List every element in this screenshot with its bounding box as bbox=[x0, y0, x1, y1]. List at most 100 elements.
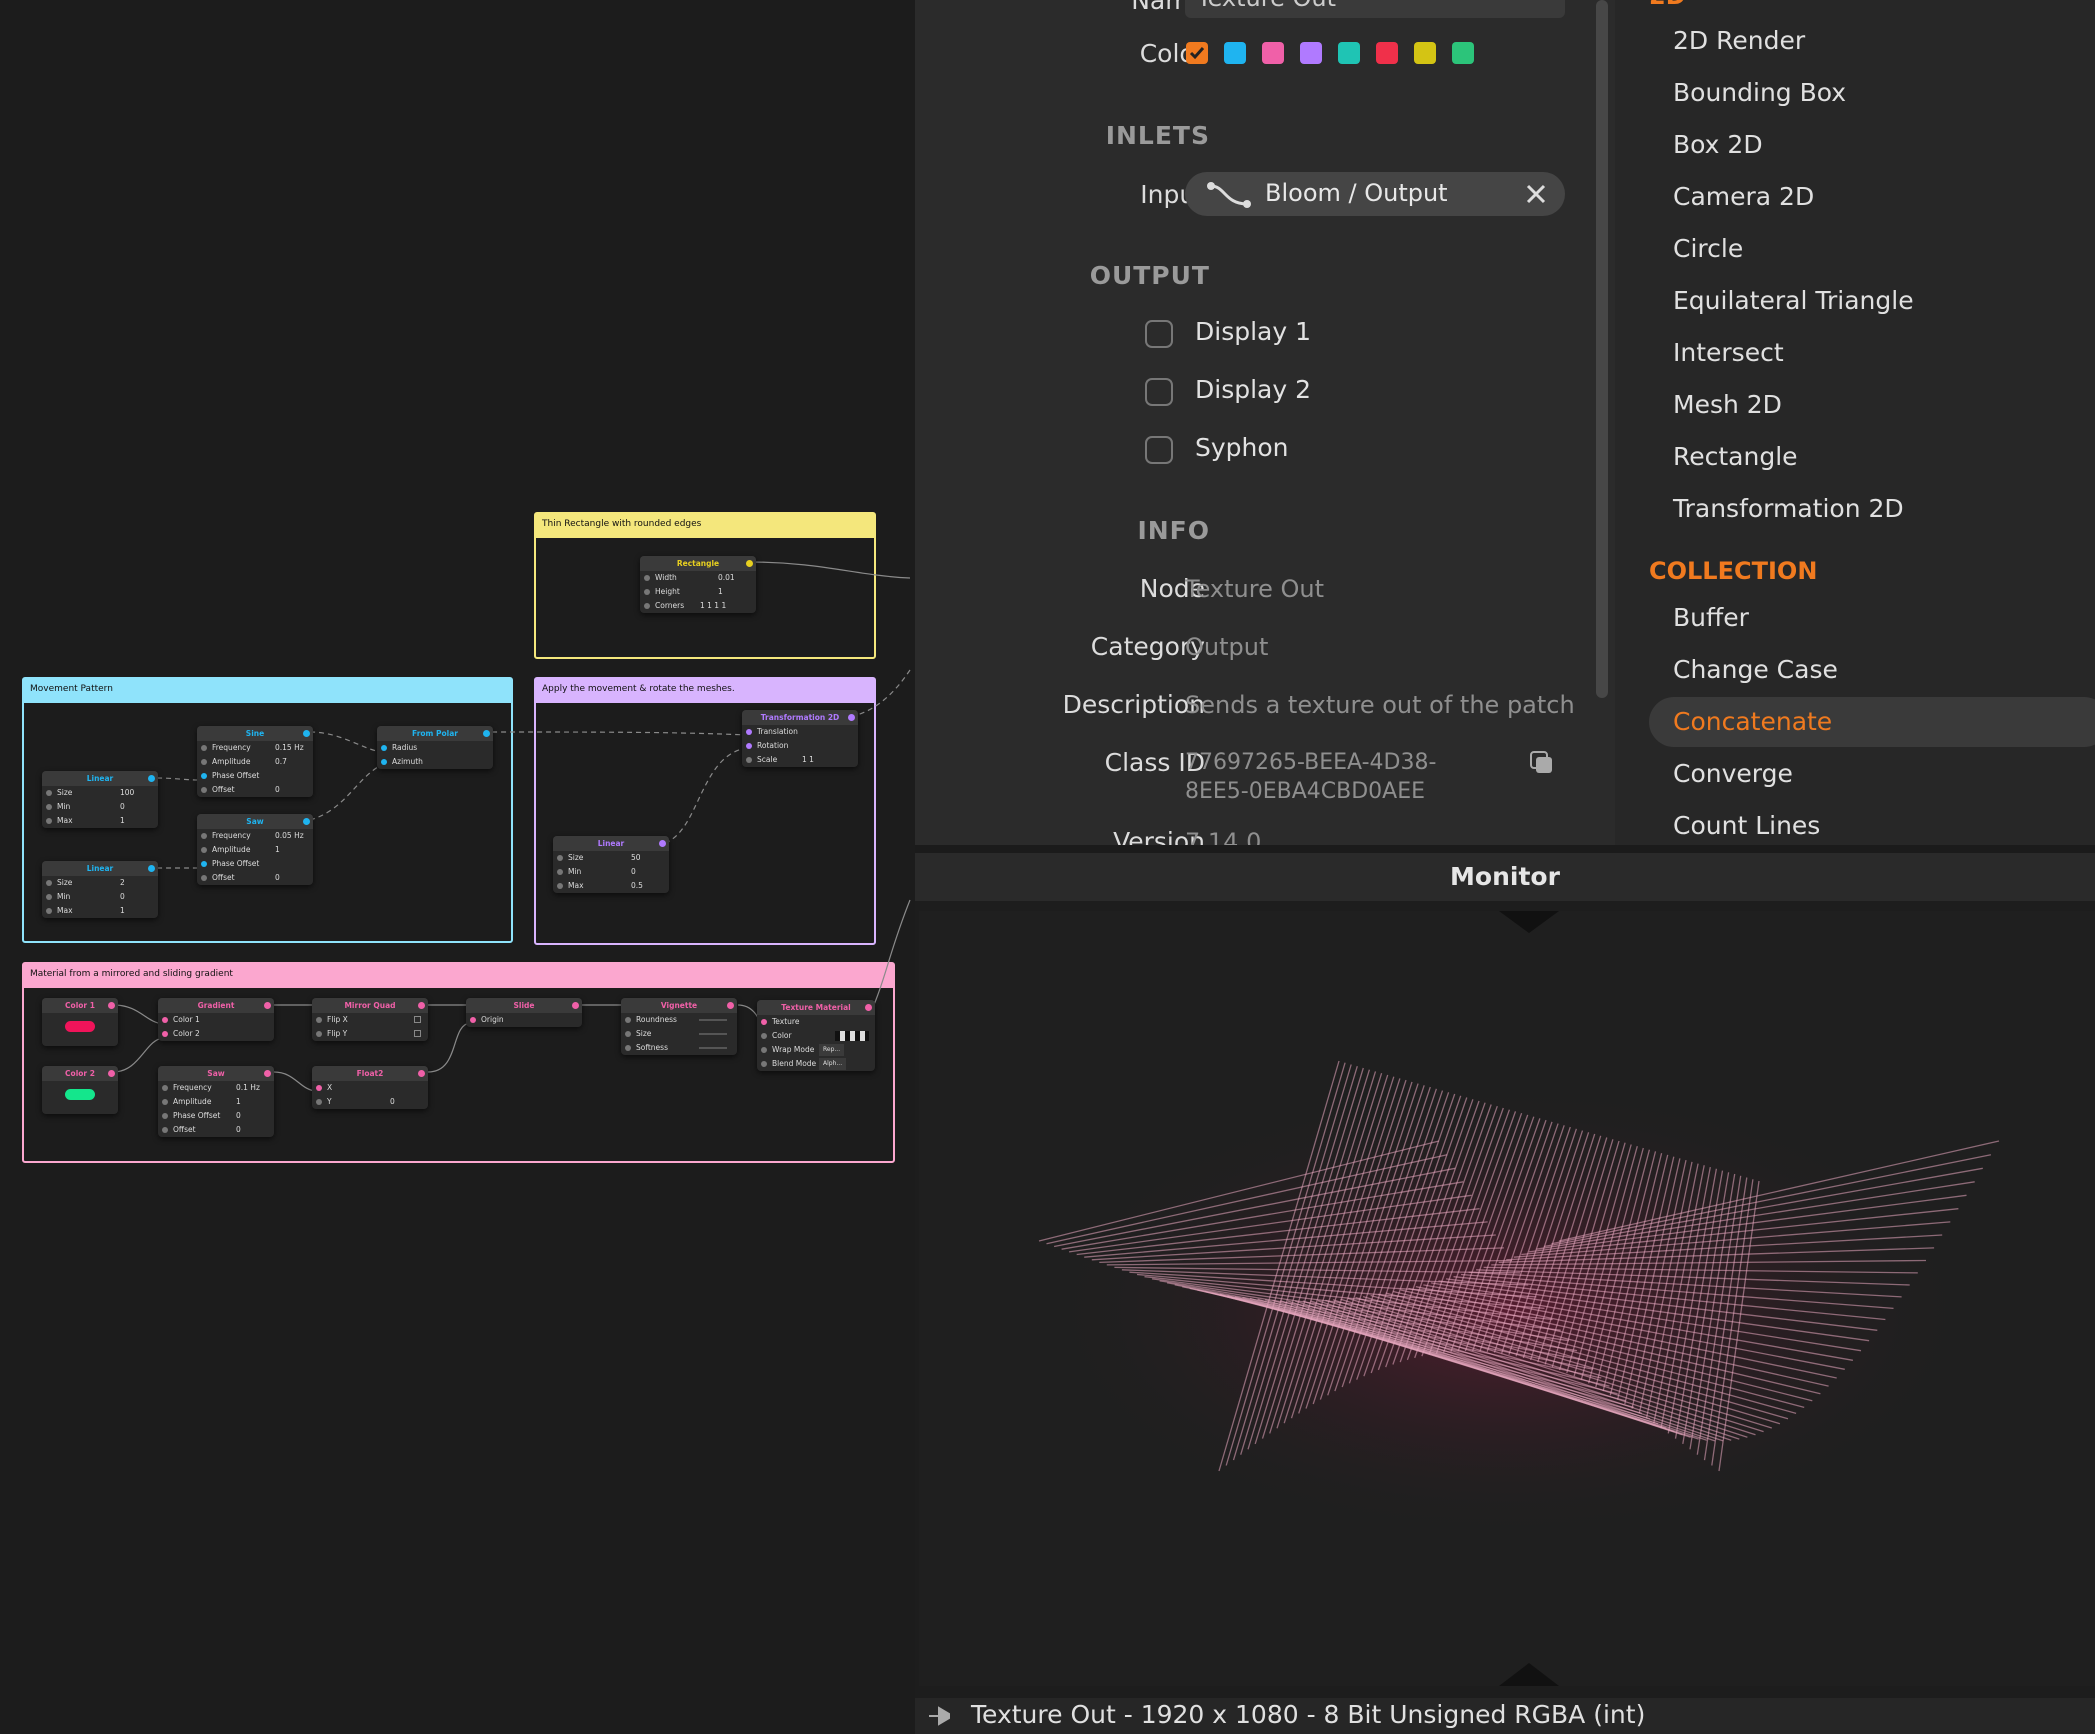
node-row: Amplitude 0.7 bbox=[197, 755, 313, 769]
node-title: From Polar bbox=[412, 729, 458, 738]
input-connection-pill[interactable]: Bloom / Output bbox=[1185, 172, 1565, 216]
library-item[interactable]: Change Case bbox=[1673, 655, 1838, 684]
node-row: Amplitude 1 bbox=[158, 1095, 274, 1109]
pin-icon[interactable] bbox=[925, 1704, 955, 1728]
color-option[interactable] bbox=[1338, 42, 1360, 64]
output-port[interactable] bbox=[865, 1004, 872, 1011]
node-row: Offset 0 bbox=[197, 871, 313, 885]
node-row: X bbox=[312, 1081, 428, 1095]
color-option[interactable] bbox=[1376, 42, 1398, 64]
monitor-status: Texture Out - 1920 x 1080 - 8 Bit Unsign… bbox=[971, 1700, 1646, 1729]
library-item[interactable]: Converge bbox=[1673, 759, 1793, 788]
node-title: Linear bbox=[86, 774, 114, 783]
preview-render bbox=[919, 911, 2095, 1686]
output-port[interactable] bbox=[108, 1070, 115, 1077]
output-port[interactable] bbox=[572, 1002, 579, 1009]
node-texture-material[interactable]: Texture Material Texture Color Wrap Mode… bbox=[757, 1000, 875, 1071]
color-option[interactable] bbox=[1300, 42, 1322, 64]
syphon-label: Syphon bbox=[1195, 433, 1289, 462]
color-swatch[interactable] bbox=[65, 1089, 95, 1100]
syphon-checkbox[interactable] bbox=[1145, 436, 1173, 464]
output-heading: OUTPUT bbox=[1089, 261, 1210, 290]
color-option[interactable] bbox=[1414, 42, 1436, 64]
node-title: Color 2 bbox=[65, 1069, 95, 1078]
output-port[interactable] bbox=[848, 714, 855, 721]
node-title: Linear bbox=[86, 864, 114, 873]
close-icon[interactable] bbox=[1525, 183, 1547, 205]
output-port[interactable] bbox=[659, 840, 666, 847]
node-linear-3[interactable]: Linear Size 50 Min 0 Max 0.5 bbox=[553, 836, 669, 893]
color-option[interactable] bbox=[1452, 42, 1474, 64]
library-item[interactable]: Rectangle bbox=[1673, 442, 1798, 471]
output-port[interactable] bbox=[483, 730, 490, 737]
node-canvas[interactable]: Thin Rectangle with rounded edges Moveme… bbox=[0, 0, 915, 1734]
node-row: Phase Offset bbox=[197, 857, 313, 871]
node-vignette[interactable]: Vignette Roundness Size Softness bbox=[621, 998, 737, 1055]
library-item[interactable]: Camera 2D bbox=[1673, 182, 1814, 211]
library-item[interactable]: Equilateral Triangle bbox=[1673, 286, 1914, 315]
node-row: Size 2 bbox=[42, 876, 158, 890]
output-port[interactable] bbox=[148, 775, 155, 782]
output-port[interactable] bbox=[303, 730, 310, 737]
output-port[interactable] bbox=[264, 1070, 271, 1077]
node-row: Min 0 bbox=[553, 865, 669, 879]
node-transformation-2d[interactable]: Transformation 2D Translation Rotation S… bbox=[742, 710, 858, 767]
library-item[interactable]: Buffer bbox=[1673, 603, 1749, 632]
display-1-checkbox[interactable] bbox=[1145, 320, 1173, 348]
library-item[interactable]: 2D Render bbox=[1673, 26, 1805, 55]
node-library-panel: 2D 2D Render Bounding Box Box 2D Camera 2D C… bbox=[1615, 0, 2095, 845]
classid-value-line2: 8EE5-0EBA4CBD0AEE bbox=[1185, 779, 1426, 804]
output-port[interactable] bbox=[418, 1002, 425, 1009]
library-item[interactable]: Circle bbox=[1673, 234, 1743, 263]
node-linear-2[interactable]: Linear Size 2 Min 0 Max 1 bbox=[42, 861, 158, 918]
color-option[interactable] bbox=[1224, 42, 1246, 64]
node-sine[interactable]: Sine Frequency 0.15 Hz Amplitude 0.7 Phase… bbox=[197, 726, 313, 797]
library-item[interactable]: Box 2D bbox=[1673, 130, 1763, 159]
library-item[interactable]: Mesh 2D bbox=[1673, 390, 1782, 419]
output-port[interactable] bbox=[303, 818, 310, 825]
node-from-polar[interactable]: From Polar Radius Azimuth bbox=[377, 726, 493, 769]
node-row: Radius bbox=[377, 741, 493, 755]
output-port[interactable] bbox=[418, 1070, 425, 1077]
color-swatch[interactable] bbox=[65, 1021, 95, 1032]
node-slide[interactable]: Slide Origin bbox=[466, 998, 582, 1027]
node-rectangle[interactable]: Rectangle Width 0.01 Height 1 Corners 1 1 1… bbox=[640, 556, 756, 613]
node-row: Max 0.5 bbox=[553, 879, 669, 893]
node-row: Color 2 bbox=[158, 1027, 274, 1041]
color-option[interactable] bbox=[1186, 42, 1208, 64]
node-row: Size 100 bbox=[42, 786, 158, 800]
node-title: Vignette bbox=[660, 1001, 698, 1010]
node-float2[interactable]: Float2 X Y0 bbox=[312, 1066, 428, 1109]
library-heading-collection: COLLECTION bbox=[1649, 557, 1818, 585]
node-saw-2[interactable]: Saw Frequency 0.1 Hz Amplitude 1 Phase Off… bbox=[158, 1066, 274, 1137]
output-port[interactable] bbox=[746, 560, 753, 567]
library-item[interactable]: Transformation 2D bbox=[1673, 494, 1904, 523]
library-item[interactable]: Count Lines bbox=[1673, 811, 1820, 840]
copy-icon[interactable] bbox=[1529, 750, 1555, 776]
display-2-checkbox[interactable] bbox=[1145, 378, 1173, 406]
monitor-preview[interactable] bbox=[919, 911, 2095, 1686]
node-mirror-quad[interactable]: Mirror Quad Flip X Flip Y bbox=[312, 998, 428, 1041]
output-port[interactable] bbox=[264, 1002, 271, 1009]
output-port[interactable] bbox=[727, 1002, 734, 1009]
node-row: Flip X bbox=[312, 1013, 428, 1027]
node-linear-1[interactable]: Linear Size 100 Min 0 Max 1 bbox=[42, 771, 158, 828]
output-port[interactable] bbox=[148, 865, 155, 872]
node-gradient[interactable]: Gradient Color 1 Color 2 bbox=[158, 998, 274, 1041]
version-value: 7.14.0 bbox=[1185, 828, 1262, 845]
library-item[interactable]: Bounding Box bbox=[1673, 78, 1846, 107]
color-option[interactable] bbox=[1262, 42, 1284, 64]
output-port[interactable] bbox=[108, 1002, 115, 1009]
name-field[interactable]: Texture Out bbox=[1185, 0, 1565, 18]
node-row: Size bbox=[621, 1027, 737, 1041]
library-item-selected[interactable]: Concatenate bbox=[1673, 707, 1832, 736]
group-title: Movement Pattern bbox=[24, 679, 511, 703]
node-row: Frequency 0.15 Hz bbox=[197, 741, 313, 755]
library-item[interactable]: Intersect bbox=[1673, 338, 1784, 367]
node-row: Frequency 0.1 Hz bbox=[158, 1081, 274, 1095]
node-saw-1[interactable]: Saw Frequency 0.05 Hz Amplitude 1 Phase Of… bbox=[197, 814, 313, 885]
connection-icon bbox=[1207, 182, 1251, 208]
inspector-scrollbar[interactable] bbox=[1596, 0, 1608, 698]
node-color-2[interactable]: Color 2 bbox=[42, 1066, 118, 1114]
node-color-1[interactable]: Color 1 bbox=[42, 998, 118, 1046]
